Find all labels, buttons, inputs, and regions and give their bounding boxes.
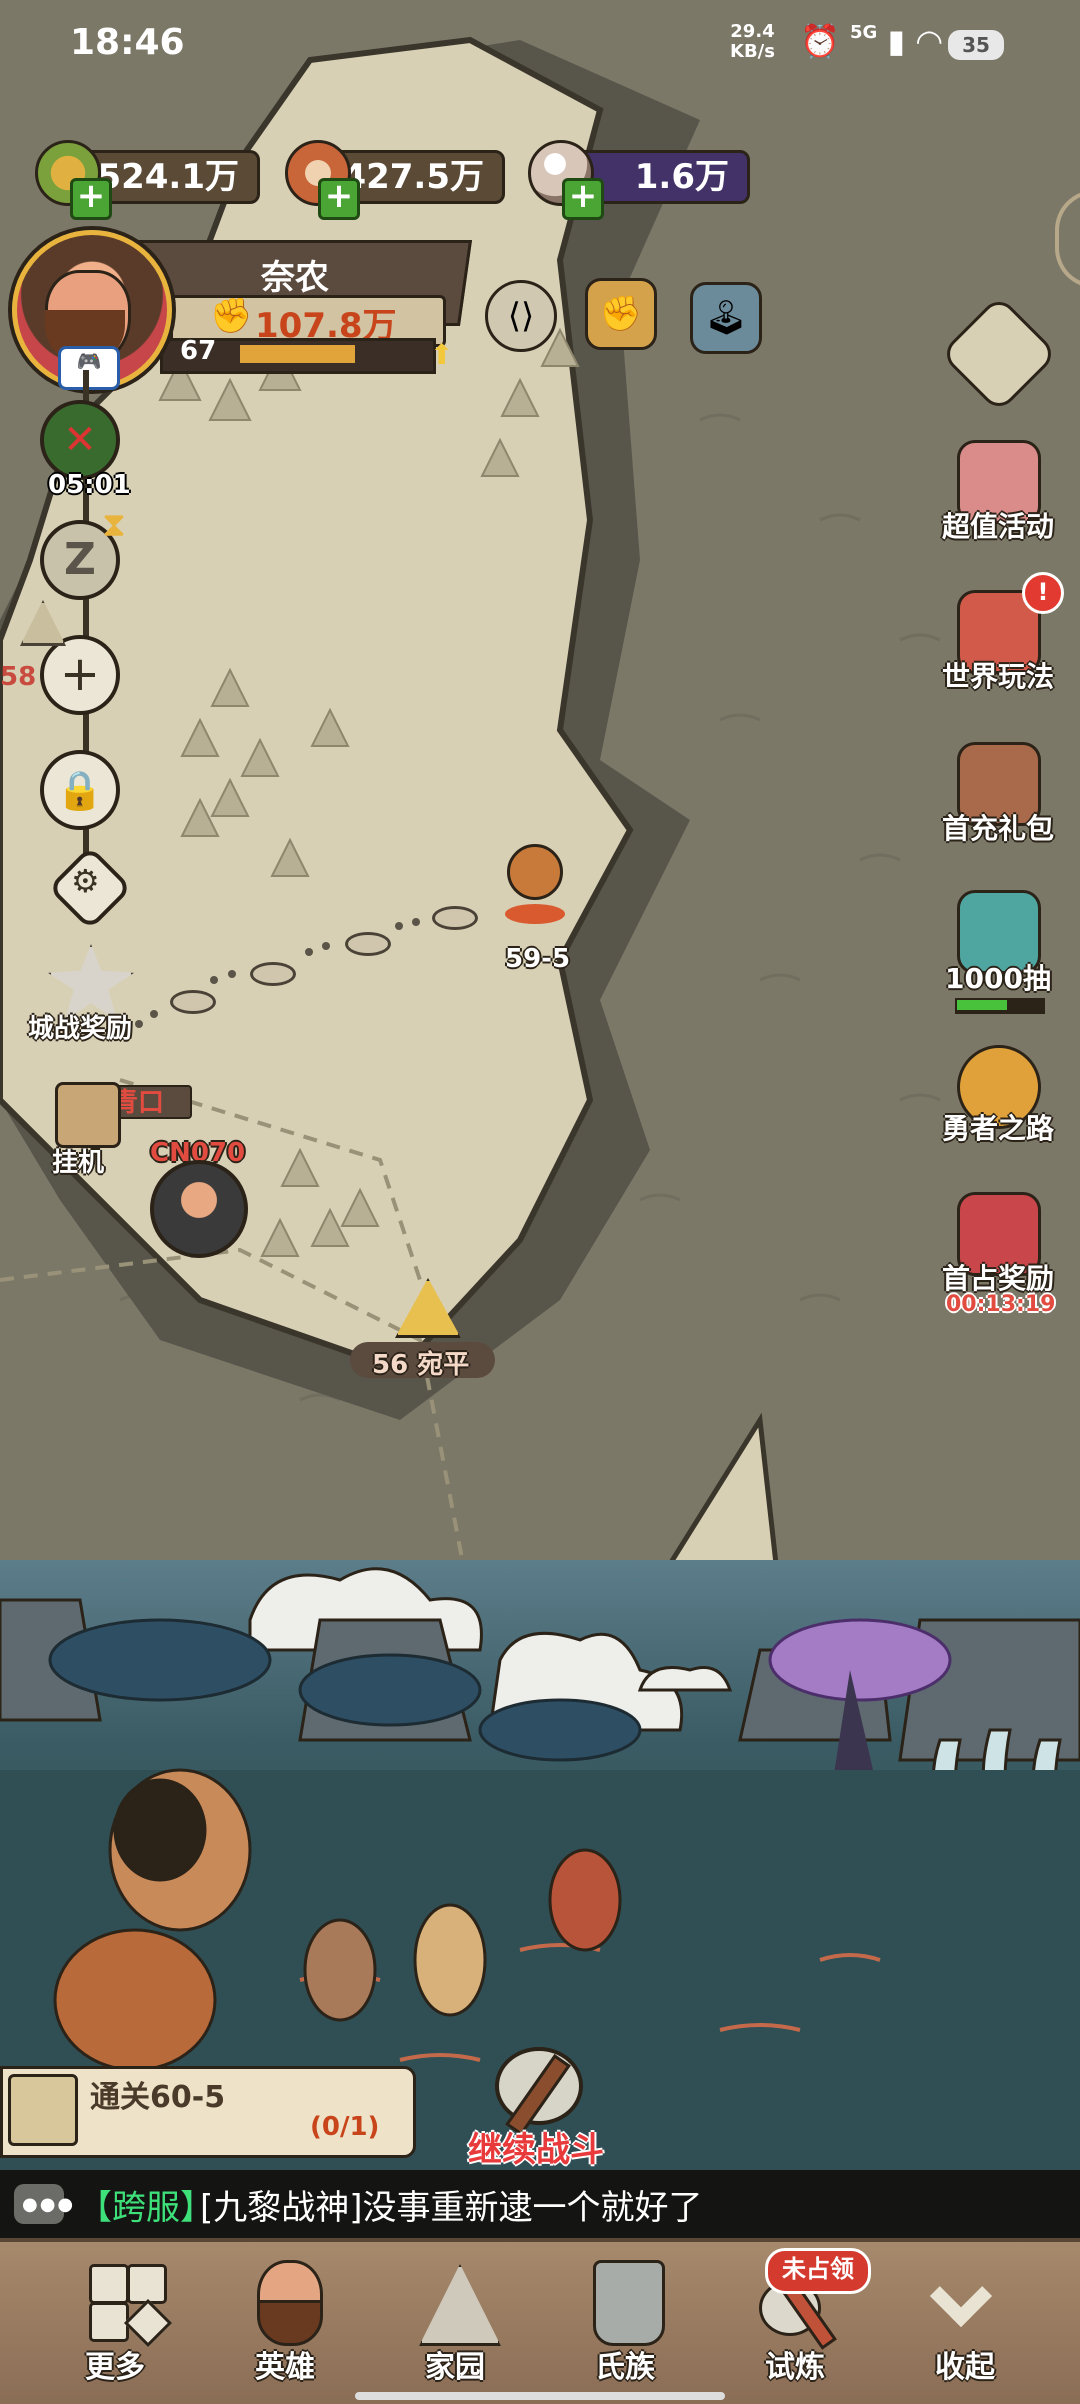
path-dot <box>322 942 330 950</box>
share-icon[interactable]: ⟨⟩ <box>485 280 557 352</box>
player-marker[interactable] <box>500 838 570 928</box>
path-dot <box>135 1020 143 1028</box>
world-play-label[interactable]: 世界玩法 <box>923 655 1073 695</box>
first-recharge-label[interactable]: 首充礼包 <box>923 807 1073 847</box>
path-dot <box>228 970 236 978</box>
nav-home[interactable]: 家园 <box>385 2250 525 2400</box>
joystick-icon[interactable]: 🕹 <box>690 282 762 354</box>
path-dot <box>395 922 403 930</box>
idle-label[interactable]: 挂机 <box>52 1142 104 1179</box>
chat-channel-tag: 【跨服】 <box>78 2188 214 2228</box>
network-type: 5G <box>850 22 878 43</box>
battery-indicator: 35 <box>948 30 1004 60</box>
path-dot <box>412 918 420 926</box>
hero-road-label[interactable]: 勇者之路 <box>923 1107 1073 1147</box>
add-button[interactable]: + <box>40 635 120 715</box>
player-level: 67 <box>180 336 217 366</box>
status-icons: ⏰ 5G ▮ ◠ <box>800 22 943 60</box>
add-pearl-button[interactable]: + <box>562 178 604 220</box>
draw-progress-fill <box>957 1000 1007 1010</box>
status-time: 18:46 <box>70 22 185 63</box>
path-stone <box>250 962 296 986</box>
fist-power-icon: ✊ <box>210 296 253 336</box>
unclaimed-badge: 未占领 <box>765 2248 871 2294</box>
locked-button[interactable]: 🔒 <box>40 750 120 830</box>
first-capture-timer: 00:13:19 <box>946 1292 1056 1317</box>
path-stone <box>345 932 391 956</box>
hero-icon <box>235 2250 335 2350</box>
first-capture-label[interactable]: 首占奖励 <box>923 1257 1073 1297</box>
wifi-icon: ◠ <box>915 22 944 60</box>
add-meat-button[interactable]: + <box>318 178 360 220</box>
alarm-icon: ⏰ <box>800 22 840 60</box>
enemy-avatar[interactable] <box>150 1160 248 1258</box>
nav-more[interactable]: 更多 <box>45 2250 185 2400</box>
nav-collapse[interactable]: 收起 <box>895 2250 1035 2400</box>
warrior-figure-icon <box>507 844 563 900</box>
idle-chest-icon[interactable] <box>55 1082 121 1148</box>
fist-battle-icon[interactable]: ✊ <box>585 278 657 350</box>
network-speed: 29.4 KB/s <box>730 22 775 62</box>
thousand-draw-label[interactable]: 1000抽 <box>923 957 1073 997</box>
path-dot <box>150 1010 158 1018</box>
quest-title: 通关60-5 <box>90 2080 226 2115</box>
crossed-axes-icon[interactable] <box>470 2032 600 2136</box>
path-stone <box>432 906 478 930</box>
side-count: 58 <box>0 662 37 692</box>
network-speed-unit: KB/s <box>730 41 775 62</box>
buff-timer: 05:01 <box>48 470 131 500</box>
gamepad-icon[interactable]: 🎮 <box>58 346 120 390</box>
level-up-arrow-icon: ⬆ <box>430 338 454 371</box>
current-stage-label: 59-5 <box>505 944 571 974</box>
mount-icon <box>505 904 565 924</box>
alert-badge-icon: ! <box>1022 572 1064 614</box>
clan-icon <box>575 2250 675 2350</box>
signal-icon: ▮ <box>887 22 906 60</box>
value-events-label[interactable]: 超值活动 <box>923 505 1073 545</box>
collapse-icon <box>915 2250 1015 2350</box>
plus-icon: + <box>59 646 101 702</box>
nav-hero[interactable]: 英雄 <box>215 2250 355 2400</box>
crossed-sticks-icon: ✕ <box>63 417 97 463</box>
gear-icon: ⚙ <box>71 862 100 900</box>
path-dot <box>210 976 218 984</box>
quest-progress: (0/1) <box>310 2112 380 2142</box>
level-progress-bar <box>240 345 355 363</box>
scroll-icon <box>8 2074 78 2146</box>
chat-dots: ●●● <box>22 2194 76 2215</box>
chat-message: [九黎战神]没事重新逮一个就好了 <box>200 2188 703 2228</box>
path-stone <box>170 990 216 1014</box>
city-battle-reward-label[interactable]: 城战奖励 <box>28 1008 132 1045</box>
lock-icon: 🔒 <box>56 768 104 812</box>
continue-battle-button[interactable]: 继续战斗 <box>468 2122 604 2171</box>
player-name: 奈农 <box>261 258 329 298</box>
city-label[interactable]: 56 宛平 <box>372 1344 469 1381</box>
add-grain-button[interactable]: + <box>70 178 112 220</box>
hourglass-icon: ⧗ <box>102 505 126 545</box>
network-speed-value: 29.4 <box>730 21 775 42</box>
path-dot <box>305 948 313 956</box>
nav-clan[interactable]: 氏族 <box>555 2250 695 2400</box>
more-icon <box>65 2250 173 2350</box>
herb-buff-button[interactable]: ✕ <box>40 400 120 480</box>
home-icon <box>405 2250 505 2350</box>
home-indicator[interactable] <box>355 2392 725 2400</box>
